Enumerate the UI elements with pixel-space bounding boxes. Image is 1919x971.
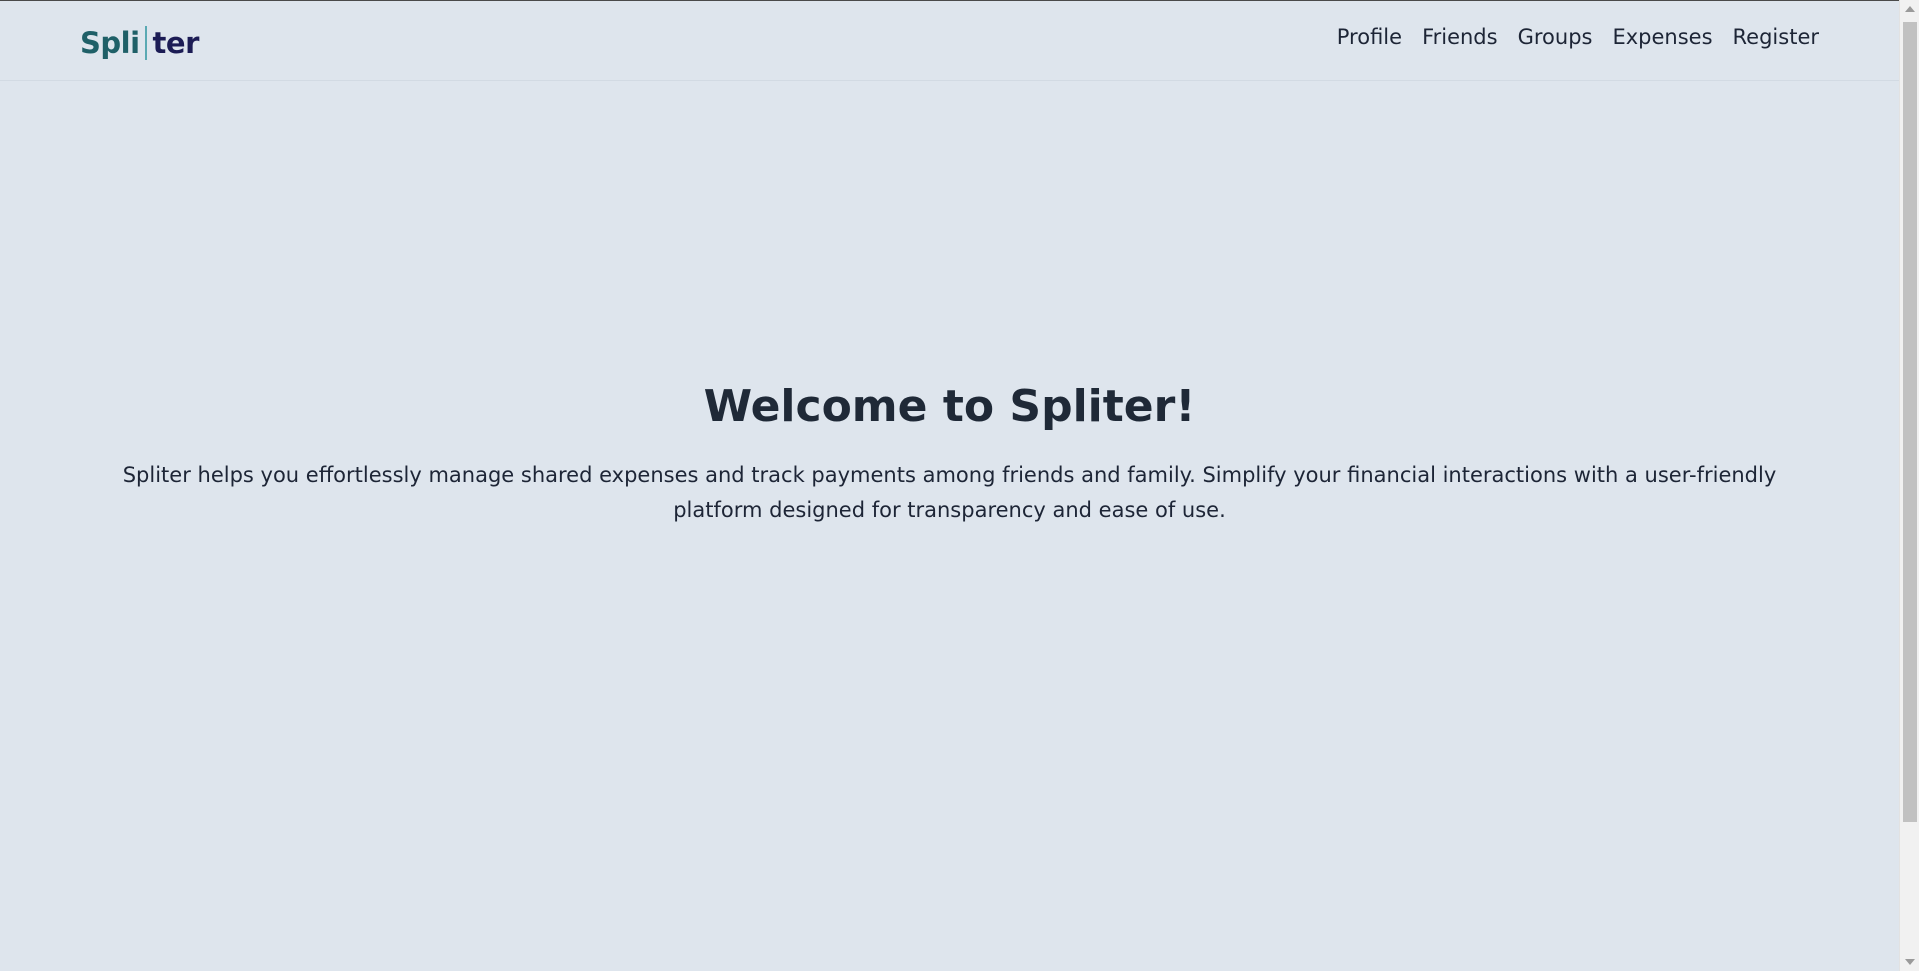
brand-logo[interactable]: Spli ter — [80, 23, 199, 63]
brand-logo-divider — [144, 26, 147, 60]
hero-description: Spliter helps you effortlessly manage sh… — [122, 463, 1777, 522]
brand-logo-text-start: Spli — [80, 26, 140, 60]
nav-link-expenses[interactable]: Expenses — [1612, 25, 1712, 49]
brand-logo-text-end: ter — [152, 26, 200, 60]
hero-section: Welcome to Spliter! Spliter helps you ef… — [80, 376, 1819, 528]
scrollbar-thumb[interactable] — [1903, 22, 1917, 822]
top-navbar: Spli ter Profile Friends Groups Expenses… — [0, 1, 1899, 81]
vertical-scrollbar[interactable] — [1899, 0, 1919, 971]
scroll-down-arrow-icon[interactable] — [1905, 959, 1915, 965]
page-viewport: Spli ter Profile Friends Groups Expenses… — [0, 0, 1899, 971]
nav-link-profile[interactable]: Profile — [1337, 25, 1402, 49]
nav-link-register[interactable]: Register — [1733, 25, 1819, 49]
nav-link-groups[interactable]: Groups — [1518, 25, 1593, 49]
hero-title: Welcome to Spliter! — [703, 381, 1196, 432]
nav-links: Profile Friends Groups Expenses Register — [1337, 25, 1819, 49]
scroll-up-arrow-icon[interactable] — [1905, 6, 1915, 12]
nav-link-friends[interactable]: Friends — [1422, 25, 1498, 49]
